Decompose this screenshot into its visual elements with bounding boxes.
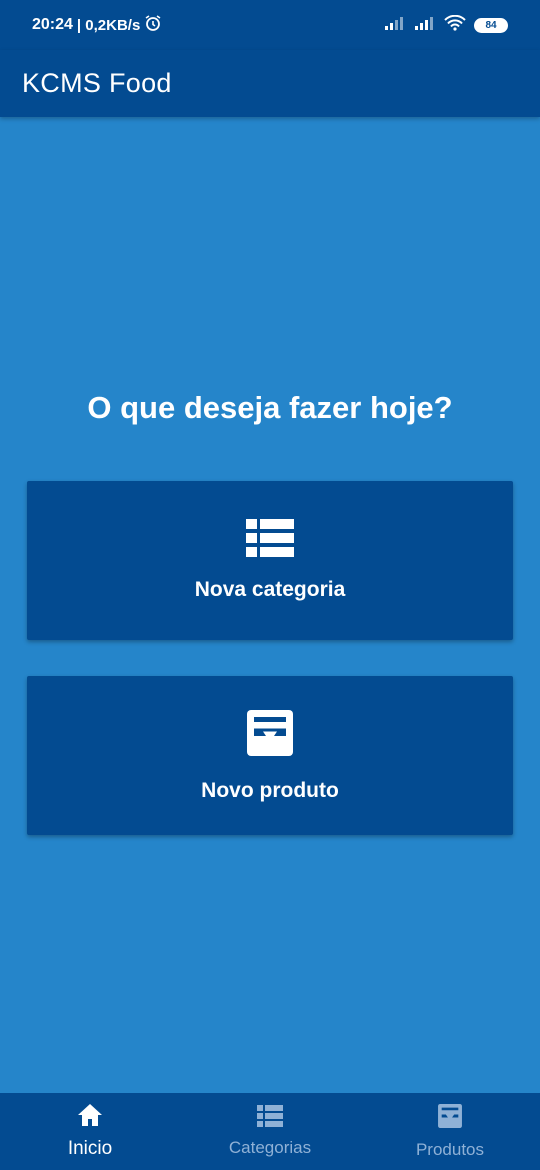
status-bar: 20:24 | 0,2KB/s 84 (0, 0, 540, 50)
battery-icon: 84 (474, 17, 508, 33)
new-category-card[interactable]: Nova categoria (27, 481, 513, 640)
status-time: 20:24 (32, 16, 73, 33)
home-icon (77, 1103, 103, 1132)
signal-icon (384, 15, 406, 36)
list-icon (246, 519, 294, 562)
wifi-icon (444, 14, 466, 36)
app-title: KCMS Food (22, 68, 172, 98)
bottom-nav: Inicio Categorias Produtos (0, 1093, 540, 1170)
new-product-label: Novo produto (201, 779, 339, 802)
status-left: 20:24 | 0,2KB/s (32, 14, 162, 37)
signal-icon (414, 15, 436, 36)
page-heading: O que deseja fazer hoje? (87, 390, 453, 425)
app-bar: KCMS Food (0, 50, 540, 117)
new-category-label: Nova categoria (194, 578, 346, 601)
new-product-card[interactable]: Novo produto (27, 676, 513, 835)
list-icon (257, 1105, 283, 1132)
battery-level: 84 (485, 19, 497, 31)
alarm-icon (144, 14, 162, 37)
nav-label-inicio: Inicio (67, 1138, 113, 1159)
inbox-icon (245, 708, 295, 763)
inbox-icon (437, 1103, 463, 1134)
status-net-speed: | 0,2KB/s (76, 16, 141, 34)
nav-item-inicio[interactable]: Inicio (0, 1093, 180, 1170)
nav-item-produtos[interactable]: Produtos (360, 1093, 540, 1170)
nav-item-categorias[interactable]: Categorias (180, 1093, 360, 1170)
nav-label-produtos: Produtos (415, 1140, 485, 1159)
status-right: 84 (384, 14, 508, 36)
nav-label-categorias: Categorias (228, 1138, 312, 1157)
